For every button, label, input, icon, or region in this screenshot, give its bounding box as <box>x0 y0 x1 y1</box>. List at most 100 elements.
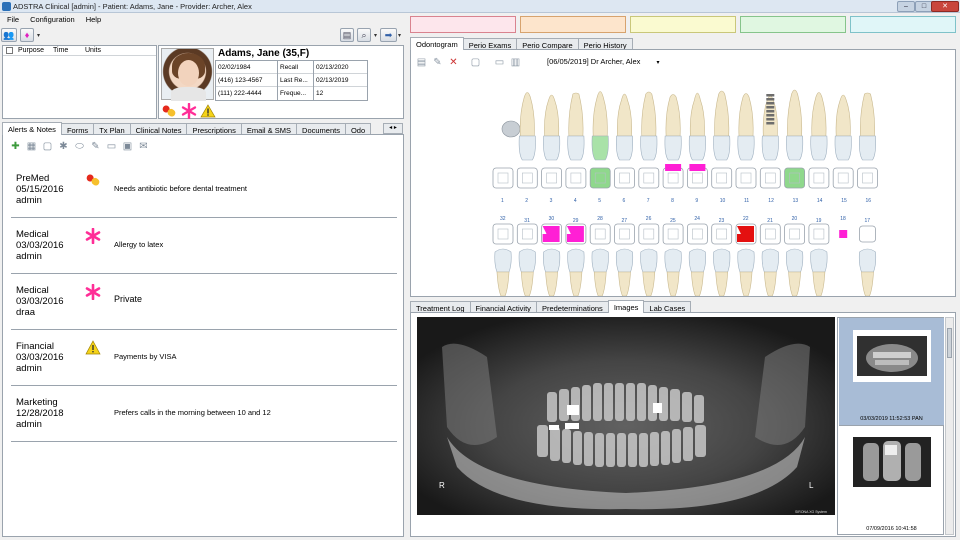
upper-filling[interactable] <box>665 164 682 171</box>
upper-tooth-root[interactable] <box>568 92 584 137</box>
upper-tooth-root[interactable] <box>689 92 705 137</box>
upper-occlusal-center[interactable] <box>862 172 873 184</box>
thumbnail-item[interactable]: 03/03/2019 11:52:53 PAN <box>839 318 944 426</box>
upper-tooth-number[interactable]: 12 <box>768 198 774 204</box>
upper-tooth-crown[interactable] <box>737 135 755 161</box>
implant-thread[interactable] <box>766 114 775 117</box>
menu-help[interactable]: Help <box>79 14 105 24</box>
lower-tooth-crown[interactable] <box>786 248 804 273</box>
lower-tooth-crown[interactable] <box>543 248 561 273</box>
lower-tooth-root[interactable] <box>666 271 680 296</box>
upper-occlusal-center[interactable] <box>692 172 703 184</box>
lower-occlusal-center[interactable] <box>764 228 776 240</box>
close-button[interactable]: ✕ <box>931 1 959 12</box>
lower-tooth-crown[interactable] <box>737 248 755 273</box>
upper-occlusal-center[interactable] <box>764 172 776 184</box>
note-item[interactable]: PreMed 05/15/2016 admin Needs antibiotic b… <box>11 163 397 218</box>
lower-tooth-root[interactable] <box>520 271 534 296</box>
upper-tooth-crown[interactable] <box>688 135 706 161</box>
upper-occlusal-center[interactable] <box>570 172 582 184</box>
lower-tooth-crown[interactable] <box>810 248 828 273</box>
column-time[interactable]: Time <box>53 47 68 54</box>
select-all-checkbox[interactable] <box>6 47 13 54</box>
upper-occlusal-center[interactable] <box>619 172 630 184</box>
column-units[interactable]: Units <box>85 47 101 54</box>
status-box-5[interactable] <box>850 16 956 33</box>
note-item[interactable]: Medical 03/03/2016 draa Private <box>11 275 397 330</box>
upper-occlusal-center[interactable] <box>740 172 752 184</box>
upper-tooth-root[interactable] <box>544 94 560 137</box>
upper-tooth-number[interactable]: 6 <box>623 198 626 204</box>
upper-tooth-number[interactable]: 5 <box>598 198 601 204</box>
lower-tooth-crown[interactable] <box>761 248 779 273</box>
status-box-3[interactable] <box>630 16 736 33</box>
premed-icon[interactable]: ⬭ <box>73 140 86 153</box>
search-icon[interactable]: ⌕ <box>357 28 371 42</box>
document-icon[interactable]: ▤ <box>415 56 428 69</box>
lower-tooth-number[interactable]: 32 <box>500 216 506 222</box>
lower-tooth-number[interactable]: 17 <box>865 218 871 224</box>
add-note-icon[interactable]: ✚ <box>9 140 22 153</box>
upper-tooth-number[interactable]: 15 <box>841 198 847 204</box>
lower-tooth-crown[interactable] <box>640 248 658 273</box>
note-item[interactable]: Financial 03/03/2016 admin Payments by VIS… <box>11 331 397 386</box>
appointment-selector[interactable]: [06/05/2019] Dr Archer, Alex ▾ <box>547 57 660 66</box>
lower-tooth-root[interactable] <box>569 271 583 296</box>
lower-filling[interactable] <box>566 226 584 242</box>
lower-tooth-root[interactable] <box>691 271 704 296</box>
lower-tooth-number[interactable]: 23 <box>719 218 725 224</box>
delete-note-icon[interactable]: ▢ <box>41 140 54 153</box>
upper-tooth-crown[interactable] <box>810 135 828 161</box>
lower-tooth-root[interactable] <box>642 271 656 296</box>
card-icon[interactable]: ▭ <box>493 56 506 69</box>
status-box-4[interactable] <box>740 16 846 33</box>
tab-alerts-notes[interactable]: Alerts & Notes <box>2 122 62 135</box>
upper-tooth-number[interactable]: 10 <box>720 198 726 204</box>
lower-tooth-root[interactable] <box>593 271 607 296</box>
status-box-1[interactable] <box>410 16 516 33</box>
thumbnail-item[interactable]: 07/09/2016 10:41:58 <box>839 427 944 535</box>
upper-tooth-crown[interactable] <box>761 135 779 161</box>
lower-occlusal-center[interactable] <box>643 228 655 240</box>
lower-tooth-root[interactable] <box>788 271 801 296</box>
lower-tooth-root[interactable] <box>861 271 874 296</box>
tab-scroll-arrows[interactable]: ◂ ▸ <box>383 123 403 134</box>
lower-tooth-root[interactable] <box>545 271 558 296</box>
lower-tooth-number[interactable]: 29 <box>573 218 579 224</box>
note-item[interactable]: Marketing 12/28/2018 admin Prefers calls i… <box>11 387 397 442</box>
tab-odontogram[interactable]: Odontogram <box>410 37 464 50</box>
lower-occlusal-center[interactable] <box>497 228 509 240</box>
upper-tooth-root[interactable] <box>665 94 681 137</box>
upper-tooth-number[interactable]: 13 <box>793 198 799 204</box>
lower-occlusal-center[interactable] <box>667 228 679 240</box>
upper-tooth-crown[interactable] <box>518 135 536 161</box>
tab-images[interactable]: Images <box>607 300 645 313</box>
lower-tooth-number[interactable]: 30 <box>549 216 555 222</box>
email-icon[interactable]: ✉ <box>137 140 150 153</box>
status-box-2[interactable] <box>520 16 626 33</box>
upper-tooth-root[interactable] <box>787 89 803 137</box>
menu-configuration[interactable]: Configuration <box>23 14 79 24</box>
lower-occlusal-center[interactable] <box>692 228 703 240</box>
minimize-button[interactable]: – <box>897 1 915 12</box>
lower-tooth-crown[interactable] <box>567 248 585 273</box>
upper-occlusal-center[interactable] <box>789 172 800 184</box>
upper-tooth-number[interactable]: 11 <box>744 198 749 204</box>
lower-tooth-crown[interactable] <box>688 248 706 273</box>
upper-tooth-root[interactable] <box>738 93 754 137</box>
upper-tooth-root[interactable] <box>519 92 535 137</box>
tooth-icon[interactable]: ♦ <box>20 28 34 42</box>
patients-icon[interactable]: 👥 <box>1 28 17 42</box>
upper-tooth-root[interactable] <box>592 91 608 137</box>
upper-tooth-crown[interactable] <box>859 135 876 161</box>
lower-tooth-crown[interactable] <box>591 248 609 273</box>
upper-tooth-root[interactable] <box>860 92 875 137</box>
lower-tooth-crown[interactable] <box>664 248 682 273</box>
lower-tooth-root[interactable] <box>618 271 631 296</box>
upper-occlusal-center[interactable] <box>546 172 557 184</box>
card-icon[interactable]: ▭ <box>105 140 118 153</box>
lower-tooth-crown[interactable] <box>518 248 536 273</box>
lower-filling[interactable] <box>839 230 848 238</box>
lower-tooth-number[interactable]: 27 <box>622 218 628 224</box>
upper-tooth-root[interactable] <box>835 94 851 137</box>
